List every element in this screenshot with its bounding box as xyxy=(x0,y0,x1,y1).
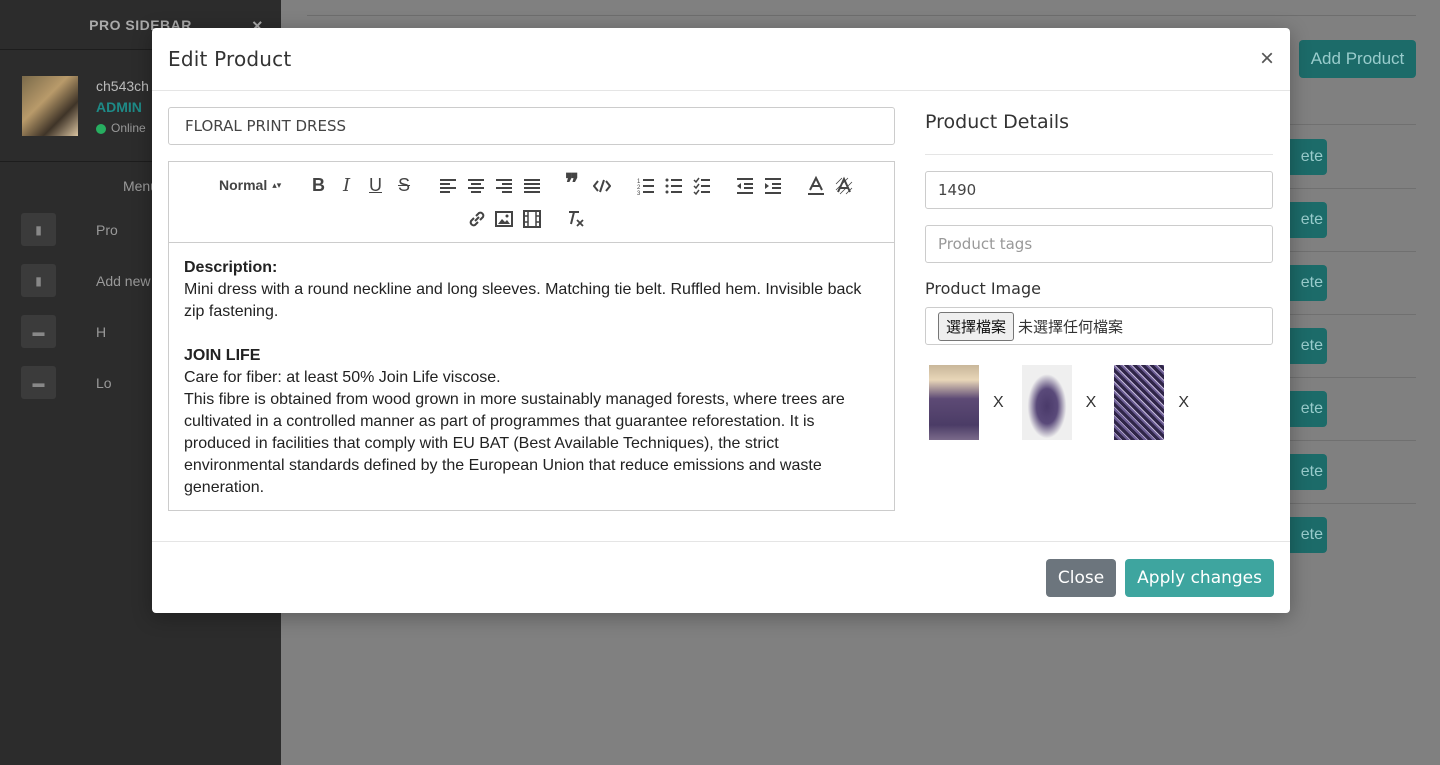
close-icon[interactable]: × xyxy=(1260,47,1274,71)
svg-text:3: 3 xyxy=(637,191,641,197)
product-thumbnail xyxy=(929,365,979,440)
video-icon[interactable] xyxy=(523,208,541,230)
text-color-icon[interactable] xyxy=(807,175,825,197)
updown-icon: ▴▾ xyxy=(272,179,282,190)
add-product-button[interactable]: Add Product xyxy=(1299,40,1416,78)
user-status: Online xyxy=(96,118,149,139)
book-icon: ▮ xyxy=(21,213,56,246)
image-thumbnails: X X X xyxy=(925,365,1273,440)
sidebar-item-label: Add new xyxy=(96,272,151,289)
link-icon[interactable] xyxy=(468,208,486,230)
product-thumbnail xyxy=(1021,365,1072,440)
product-tags-input[interactable]: Product tags xyxy=(925,225,1273,263)
file-input[interactable]: 選擇檔案 未選擇任何檔案 xyxy=(925,307,1273,345)
rich-text-editor: Normal ▴▾ B I U S ❞ 123 Description: Min… xyxy=(168,161,895,511)
editor-content[interactable]: Description: Mini dress with a round nec… xyxy=(169,243,894,510)
divider xyxy=(1281,188,1416,189)
apply-changes-button[interactable]: Apply changes xyxy=(1125,558,1274,597)
blockquote-icon[interactable]: ❞ xyxy=(565,169,579,199)
close-button[interactable]: Close xyxy=(1045,558,1117,597)
image-icon[interactable] xyxy=(495,208,513,230)
description-heading: Description: xyxy=(184,259,278,276)
modal-footer: Close Apply changes xyxy=(152,541,1290,613)
header-select-value: Normal xyxy=(219,177,268,193)
underline-icon[interactable]: U xyxy=(369,174,382,196)
product-details-column: Product Details 1490 Product tags Produc… xyxy=(925,107,1273,440)
align-left-icon[interactable] xyxy=(439,175,457,197)
folder-icon: ▬ xyxy=(21,315,56,348)
user-name: ch543ch xyxy=(96,78,149,94)
bullet-list-icon[interactable] xyxy=(665,175,683,197)
sidebar-item-label: H xyxy=(96,323,107,340)
divider xyxy=(307,15,1416,16)
code-icon[interactable] xyxy=(593,175,611,197)
file-status: 未選擇任何檔案 xyxy=(1018,318,1124,336)
join-life-heading: JOIN LIFE xyxy=(184,347,261,364)
background-color-icon[interactable] xyxy=(835,175,853,197)
avatar xyxy=(22,76,78,136)
divider xyxy=(1281,377,1416,378)
clear-format-icon[interactable] xyxy=(566,208,586,230)
remove-image-button[interactable]: X xyxy=(1086,394,1097,412)
checklist-icon[interactable] xyxy=(693,175,711,197)
product-thumbnail xyxy=(1114,365,1165,440)
ordered-list-icon[interactable]: 123 xyxy=(637,175,655,197)
indent-icon[interactable] xyxy=(764,175,782,197)
join-life-text: This fibre is obtained from wood grown i… xyxy=(184,391,845,496)
choose-file-button[interactable]: 選擇檔案 xyxy=(938,311,1015,341)
bold-icon[interactable]: B xyxy=(312,174,325,196)
user-role: ADMIN xyxy=(96,99,142,115)
price-input[interactable]: 1490 xyxy=(925,171,1273,209)
align-right-icon[interactable] xyxy=(495,175,513,197)
product-image-label: Product Image xyxy=(925,279,1041,298)
divider xyxy=(1281,314,1416,315)
remove-image-button[interactable]: X xyxy=(1178,394,1189,412)
folder-icon: ▬ xyxy=(21,366,56,399)
product-details-title: Product Details xyxy=(925,107,1273,155)
italic-icon[interactable]: I xyxy=(343,174,350,196)
join-life-fiber: Care for fiber: at least 50% Join Life v… xyxy=(184,369,501,386)
align-justify-icon[interactable] xyxy=(523,175,541,197)
editor-toolbar: Normal ▴▾ B I U S ❞ 123 xyxy=(169,162,894,243)
user-status-label: Online xyxy=(111,121,146,135)
divider xyxy=(1281,503,1416,504)
thumbnail-item: X xyxy=(1021,365,1097,440)
modal-title: Edit Product xyxy=(168,47,292,71)
divider xyxy=(1281,251,1416,252)
thumbnail-item: X xyxy=(1114,365,1189,440)
thumbnail-item: X xyxy=(929,365,1004,440)
description-text: Mini dress with a round neckline and lon… xyxy=(184,281,862,320)
editor-column: FLORAL PRINT DRESS Normal ▴▾ B I U S ❞ 1… xyxy=(168,107,895,511)
align-center-icon[interactable] xyxy=(467,175,485,197)
product-title-input[interactable]: FLORAL PRINT DRESS xyxy=(168,107,895,145)
modal-body: FLORAL PRINT DRESS Normal ▴▾ B I U S ❞ 1… xyxy=(152,92,1290,542)
modal-header: Edit Product × xyxy=(152,28,1290,91)
remove-image-button[interactable]: X xyxy=(993,394,1004,412)
outdent-icon[interactable] xyxy=(736,175,754,197)
edit-product-modal: Edit Product × FLORAL PRINT DRESS Normal… xyxy=(152,28,1290,613)
divider xyxy=(1281,124,1416,125)
strike-icon[interactable]: S xyxy=(398,174,410,196)
online-dot-icon xyxy=(96,123,106,134)
divider xyxy=(1281,440,1416,441)
book-icon: ▮ xyxy=(21,264,56,297)
sidebar-item-label: Pro xyxy=(96,221,118,238)
sidebar-item-label: Lo xyxy=(96,374,112,391)
header-select[interactable]: Normal ▴▾ xyxy=(219,174,281,196)
